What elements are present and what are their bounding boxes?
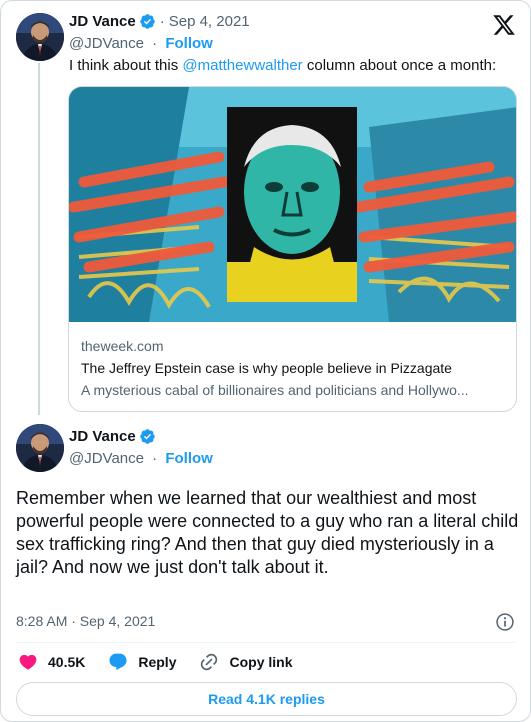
speech-bubble-icon xyxy=(109,653,127,671)
author-name[interactable]: JD Vance xyxy=(69,428,136,445)
main-tweet-text: Remember when we learned that our wealth… xyxy=(16,488,519,577)
copy-link-button[interactable]: Copy link xyxy=(199,652,293,672)
avatar[interactable] xyxy=(16,13,64,61)
tweet-timestamp[interactable]: 8:28 AM · Sep 4, 2021 xyxy=(16,613,155,629)
link-preview-image[interactable] xyxy=(69,87,516,322)
info-icon[interactable] xyxy=(495,612,515,632)
read-replies-button[interactable]: Read 4.1K replies xyxy=(16,682,517,716)
tweet-text-part: I think about this xyxy=(69,57,183,74)
mention-link[interactable]: @matthewwalther xyxy=(182,57,302,74)
avatar[interactable] xyxy=(16,424,64,472)
verified-badge-icon xyxy=(139,428,156,445)
quoted-tweet-date[interactable]: Sep 4, 2021 xyxy=(169,13,250,30)
follow-button[interactable]: Follow xyxy=(165,450,213,467)
separator-dot: · xyxy=(152,450,158,467)
verified-badge-icon xyxy=(139,13,156,30)
follow-button[interactable]: Follow xyxy=(165,35,213,52)
separator-dot: · xyxy=(159,13,165,30)
like-button[interactable]: 40.5K xyxy=(18,652,85,672)
like-count: 40.5K xyxy=(48,654,86,670)
author-name[interactable]: JD Vance xyxy=(69,13,136,30)
author-handle[interactable]: @JDVance xyxy=(69,450,144,467)
embedded-tweet-card: JD Vance · Sep 4, 2021 @JDVance · Follow… xyxy=(0,0,531,722)
reply-label: Reply xyxy=(138,654,177,670)
link-title[interactable]: The Jeffrey Epstein case is why people b… xyxy=(81,360,452,376)
link-icon xyxy=(201,653,218,671)
tweet-actions: 40.5K Reply Copy link xyxy=(18,652,316,672)
main-tweet-header: JD Vance xyxy=(69,428,156,445)
divider xyxy=(16,642,515,643)
quoted-tweet-text: I think about this @matthewwalther colum… xyxy=(69,57,496,74)
separator-dot: · xyxy=(152,35,158,52)
link-preview-card[interactable]: theweek.com The Jeffrey Epstein case is … xyxy=(68,86,517,412)
quoted-tweet-header: JD Vance · Sep 4, 2021 xyxy=(69,13,250,30)
link-description: A mysterious cabal of billionaires and p… xyxy=(81,382,469,398)
thread-connector-line xyxy=(38,63,40,415)
main-tweet-handle-row: @JDVance · Follow xyxy=(69,450,213,467)
reply-button[interactable]: Reply xyxy=(108,652,176,672)
quoted-tweet-handle-row: @JDVance · Follow xyxy=(69,35,213,52)
author-handle[interactable]: @JDVance xyxy=(69,35,144,52)
heart-icon xyxy=(19,654,37,670)
x-logo-icon[interactable] xyxy=(492,13,516,37)
copy-link-label: Copy link xyxy=(229,654,293,670)
tweet-text-part: column about once a month: xyxy=(302,57,497,74)
link-domain: theweek.com xyxy=(81,338,164,354)
